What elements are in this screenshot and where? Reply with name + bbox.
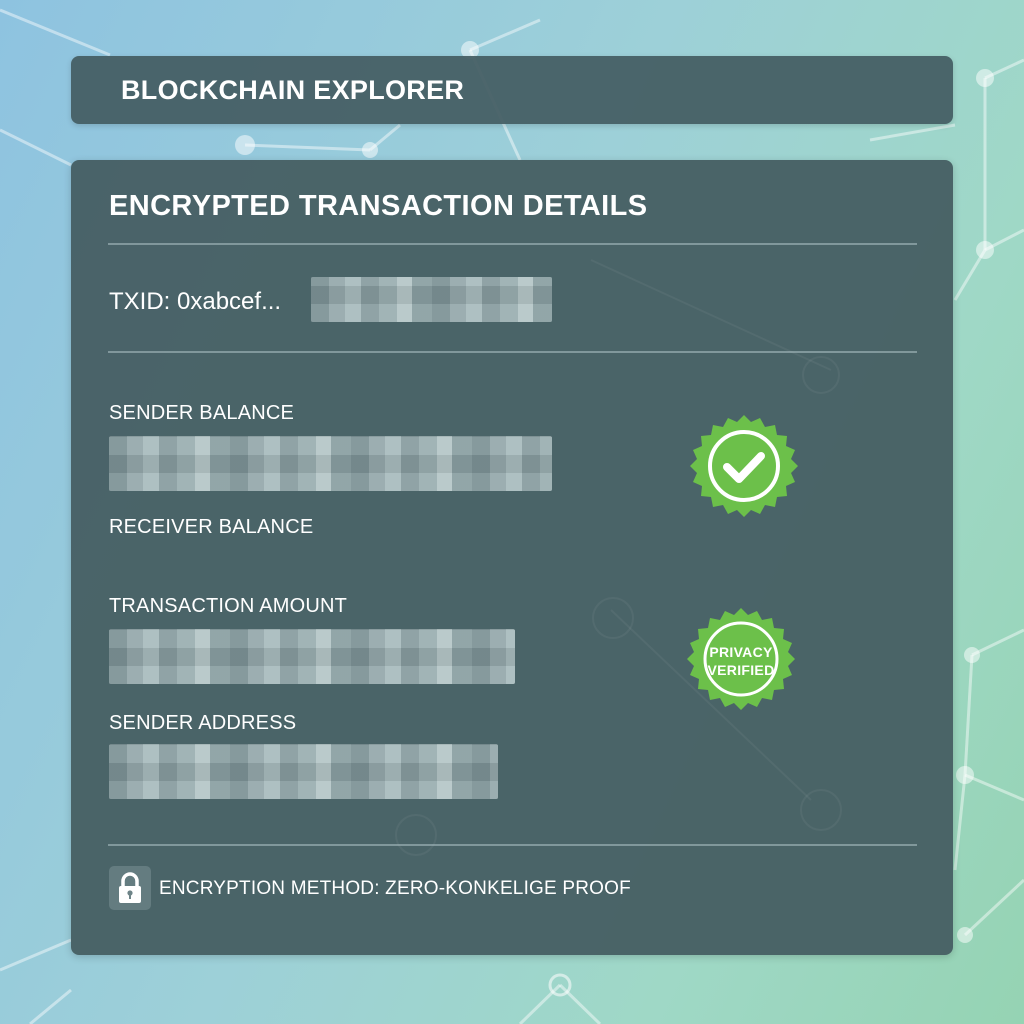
transaction-details-panel: ENCRYPTED TRANSACTION DETAILS TXID: 0xab…: [71, 160, 953, 955]
app-title: BLOCKCHAIN EXPLORER: [121, 74, 465, 105]
transaction-amount-redacted: [109, 629, 515, 684]
privacy-verified-badge: PRIVACY VERIFIED: [685, 606, 797, 718]
receiver-balance-label: RECEIVER BALANCE: [109, 516, 314, 538]
lock-icon: [119, 872, 141, 903]
privacy-badge-line2: VERIFIED: [707, 662, 775, 678]
txid-redacted: [311, 277, 552, 322]
divider-middle: [108, 351, 917, 353]
sender-address-label: SENDER ADDRESS: [109, 712, 297, 734]
header-bar: BLOCKCHAIN EXPLORER: [71, 56, 953, 124]
sender-balance-label: SENDER BALANCE: [109, 402, 295, 424]
sender-balance-redacted: [109, 436, 552, 491]
checkmark-icon: [690, 415, 798, 517]
divider-bottom: [108, 844, 917, 846]
transaction-amount-label: TRANSACTION AMOUNT: [109, 595, 348, 617]
encryption-method-text: ENCRYPTION METHOD: ZERO-KONKELIGE PROOF: [159, 878, 631, 899]
privacy-badge-line1: PRIVACY: [709, 644, 773, 660]
panel-title: ENCRYPTED TRANSACTION DETAILS: [109, 190, 648, 222]
lock-icon-box: [109, 866, 151, 910]
txid-label: TXID: 0xabcef...: [109, 288, 282, 315]
verified-badge: [688, 413, 800, 525]
sender-address-redacted: [109, 744, 498, 799]
divider-top: [108, 243, 917, 245]
